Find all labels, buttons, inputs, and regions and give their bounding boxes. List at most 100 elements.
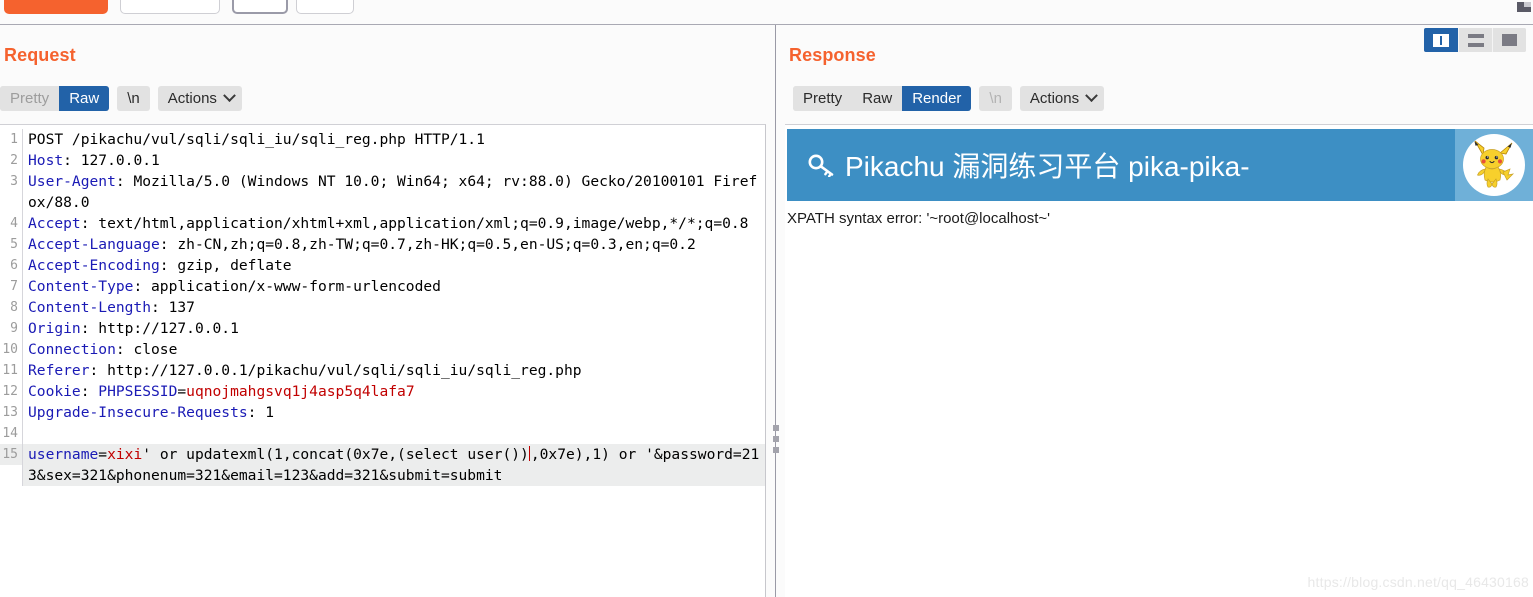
pikachu-avatar-wrap [1455,129,1533,201]
splitter-bar [775,25,776,597]
request-line[interactable]: 11 Referer: http://127.0.0.1/pikachu/vul/… [0,360,765,381]
line-text[interactable]: Connection: close [22,339,765,360]
request-line[interactable]: 14 [0,423,765,444]
line-text[interactable] [22,423,765,444]
code-token: Origin [28,320,81,337]
response-newline-toggle: \n [979,86,1012,111]
line-text[interactable]: Content-Length: 137 [22,297,765,318]
request-pretty-tab[interactable]: Pretty [0,86,60,111]
code-token: : Mozilla/5.0 (Windows NT 10.0; Win64; x… [28,173,758,211]
request-line[interactable]: 3 User-Agent: Mozilla/5.0 (Windows NT 10.… [0,171,765,213]
response-render-tab[interactable]: Render [902,86,972,111]
prev-button[interactable] [232,0,288,14]
request-line[interactable]: 5 Accept-Language: zh-CN,zh;q=0.8,zh-TW;q… [0,234,765,255]
window-controls-icon[interactable] [1517,2,1531,12]
layout-stacked-button[interactable] [1458,28,1492,52]
request-line[interactable]: 4 Accept: text/html,application/xhtml+xml… [0,213,765,234]
line-number: 4 [10,216,18,231]
response-newline-group: \n [979,86,1012,111]
cancel-button[interactable] [120,0,220,14]
code-token: Connection [28,341,116,358]
request-newline-group: \n [117,86,150,111]
pikachu-banner-title-wrap: Pikachu 漏洞练习平台 pika-pika- [807,145,1250,185]
request-line[interactable]: 13 Upgrade-Insecure-Requests: 1 [0,402,765,423]
request-actions-group: Actions [157,86,242,111]
single-pane-icon [1502,34,1517,46]
code-token: : close [115,341,178,358]
next-button[interactable] [296,0,354,14]
stacked-rows-icon [1467,33,1484,47]
pikachu-banner: Pikachu 漏洞练习平台 pika-pika- [787,129,1533,201]
line-text[interactable]: Upgrade-Insecure-Requests: 1 [22,402,765,423]
code-token: : zh-CN,zh;q=0.8,zh-TW;q=0.7,zh-HK;q=0.5… [159,236,696,253]
send-button[interactable] [4,0,108,14]
request-line[interactable]: 9 Origin: http://127.0.0.1 [0,318,765,339]
code-token: : 137 [151,299,195,316]
response-pretty-tab[interactable]: Pretty [793,86,853,111]
request-line[interactable]: 15 username=xixi' or updatexml(1,concat(0… [0,444,765,486]
line-number: 2 [10,153,18,168]
code-token: : 1 [247,404,275,421]
line-text[interactable]: Referer: http://127.0.0.1/pikachu/vul/sq… [22,360,765,381]
request-line[interactable]: 10 Connection: close [0,339,765,360]
line-text[interactable]: User-Agent: Mozilla/5.0 (Windows NT 10.0… [22,171,765,213]
line-number: 5 [10,237,18,252]
line-text[interactable]: Content-Type: application/x-www-form-url… [22,276,765,297]
chevron-down-icon [223,89,236,103]
request-line[interactable]: 6 Accept-Encoding: gzip, deflate [0,255,765,276]
code-token: uqnojmahgsvq1j4asp5q4lafa7 [186,383,415,400]
request-line[interactable]: 12 Cookie: PHPSESSID=uqnojmahgsvq1j4asp5q… [0,381,765,402]
code-token: : text/html,application/xhtml+xml,applic… [80,215,749,232]
code-token: : application/x-www-form-urlencoded [133,278,441,295]
layout-single-button[interactable] [1492,28,1526,52]
line-number: 1 [10,132,18,147]
code-token: Cookie [28,383,81,400]
request-raw-tab[interactable]: Raw [59,86,110,111]
line-number: 9 [10,321,18,336]
line-text[interactable]: Accept-Language: zh-CN,zh;q=0.8,zh-TW;q=… [22,234,765,255]
response-actions-group: Actions [1019,86,1105,111]
layout-side-by-side-button[interactable] [1424,28,1458,52]
line-text[interactable]: Cookie: PHPSESSID=uqnojmahgsvq1j4asp5q4l… [22,381,765,402]
line-text[interactable]: Accept: text/html,application/xhtml+xml,… [22,213,765,234]
response-actions-label: Actions [1029,90,1080,107]
line-text[interactable]: POST /pikachu/vul/sqli/sqli_iu/sqli_reg.… [22,129,765,150]
request-code-lines[interactable]: 1 POST /pikachu/vul/sqli/sqli_iu/sqli_reg… [0,125,765,486]
request-line[interactable]: 2 Host: 127.0.0.1 [0,150,765,171]
request-panel: Request Pretty Raw \n Actions 1 POST /pik… [0,25,766,597]
code-token: PHPSESSID [98,383,178,400]
request-line[interactable]: 7 Content-Type: application/x-www-form-ur… [0,276,765,297]
request-title: Request [4,45,76,65]
line-text[interactable]: Origin: http://127.0.0.1 [22,318,765,339]
line-number: 15 [0,444,22,465]
request-editor[interactable]: 1 POST /pikachu/vul/sqli/sqli_iu/sqli_reg… [0,124,766,597]
code-token: : 127.0.0.1 [63,152,160,169]
line-number: 3 [10,174,18,189]
splitter-handle-icon[interactable] [769,425,782,458]
code-token: Referer [28,362,90,379]
code-token: = [98,446,108,463]
code-token: Accept-Encoding [28,257,160,274]
split-columns-icon [1433,33,1449,47]
request-newline-toggle[interactable]: \n [117,86,150,111]
request-actions-button[interactable]: Actions [157,86,242,111]
pikachu-avatar [1474,140,1515,188]
panel-splitter[interactable] [766,25,785,597]
code-token: ' or updatexml(1,concat(0x7e,(select use… [142,446,529,463]
layout-toggle-group [1424,28,1526,52]
code-token: Content-Length [28,299,152,316]
request-view-mode-group: Pretty Raw [0,86,110,111]
line-text[interactable]: Accept-Encoding: gzip, deflate [22,255,765,276]
top-toolbar [0,0,1533,25]
burp-repeater-window: Request Pretty Raw \n Actions 1 POST /pik… [0,0,1533,597]
line-text[interactable]: Host: 127.0.0.1 [22,150,765,171]
response-render-view[interactable]: Pikachu 漏洞练习平台 pika-pika- XPATH syntax e… [785,124,1533,597]
request-line[interactable]: 8 Content-Length: 137 [0,297,765,318]
line-text[interactable]: username=xixi' or updatexml(1,concat(0x7… [22,444,765,486]
response-raw-tab[interactable]: Raw [852,86,903,111]
request-line[interactable]: 1 POST /pikachu/vul/sqli/sqli_iu/sqli_reg… [0,129,765,150]
line-number: 11 [2,363,18,378]
request-toolbar: Pretty Raw \n Actions [0,86,250,111]
code-token: : http://127.0.0.1 [80,320,239,337]
response-actions-button[interactable]: Actions [1019,86,1105,111]
